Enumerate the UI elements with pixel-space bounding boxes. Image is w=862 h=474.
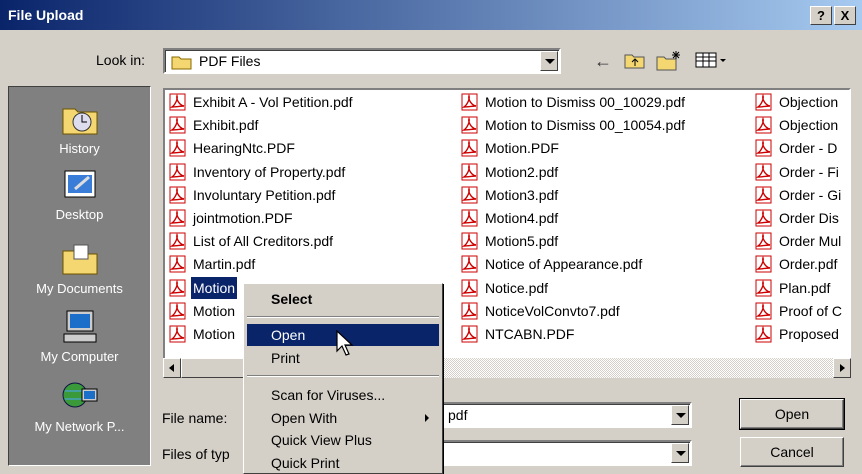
- file-name: Proposed: [779, 326, 839, 342]
- new-folder-icon[interactable]: [656, 50, 682, 77]
- look-in-value: PDF Files: [199, 53, 261, 69]
- place-label: My Computer: [40, 349, 119, 364]
- file-name: Exhibit.pdf: [193, 117, 259, 134]
- place-label: Desktop: [55, 207, 104, 222]
- look-in-combo[interactable]: PDF Files: [163, 48, 561, 74]
- file-name: Order Dis: [779, 210, 839, 226]
- file-name: Objection: [779, 117, 839, 134]
- place-label: History: [59, 141, 100, 156]
- menu-item-open-with[interactable]: Open With: [247, 407, 439, 429]
- file-name: Motion5.pdf: [485, 233, 559, 250]
- file-name: Motion: [191, 276, 238, 299]
- file-name: Motion4.pdf: [485, 210, 559, 226]
- place-history[interactable]: History: [9, 101, 150, 156]
- place-my-computer[interactable]: My Computer: [9, 309, 150, 364]
- title-bar: File Upload ? X: [0, 0, 862, 30]
- file-name: Order Mul: [779, 233, 842, 250]
- file-name: Motion.PDF: [485, 140, 559, 157]
- file-name: Martin.pdf: [193, 256, 256, 273]
- file-name-value: pdf: [448, 407, 468, 423]
- file-name: Proof of C: [779, 302, 843, 319]
- view-menu-icon[interactable]: [694, 50, 728, 75]
- file-name: Order - D: [779, 140, 838, 157]
- folder-icon: [171, 54, 193, 73]
- window-title: File Upload: [8, 7, 84, 23]
- scroll-right-button[interactable]: [833, 358, 851, 378]
- file-name-dropdown-button[interactable]: [671, 405, 689, 425]
- file-name: Order - Fi: [779, 163, 839, 180]
- cancel-button[interactable]: Cancel: [740, 437, 844, 467]
- file-name: Motion to Dismiss 00_10029.pdf: [485, 94, 685, 110]
- place-my-network-places[interactable]: My Network P...: [9, 379, 150, 434]
- back-arrow-icon[interactable]: ←: [594, 50, 612, 72]
- file-name: Motion: [193, 302, 236, 319]
- file-name: HearingNtc.PDF: [193, 140, 295, 157]
- menu-item-quick-print[interactable]: Quick Print: [247, 452, 439, 474]
- up-folder-icon[interactable]: [624, 50, 646, 75]
- look-in-dropdown-button[interactable]: [540, 51, 558, 71]
- file-name: NoticeVolConvto7.pdf: [485, 302, 620, 319]
- menu-separator: [247, 316, 439, 318]
- place-desktop[interactable]: Desktop: [9, 167, 150, 222]
- file-name: jointmotion.PDF: [193, 210, 293, 226]
- file-name: Inventory of Property.pdf: [193, 163, 346, 180]
- mouse-cursor-icon: [336, 330, 354, 356]
- file-name: Motion2.pdf: [485, 163, 559, 180]
- files-of-type-label: Files of typ: [162, 446, 230, 462]
- desktop-icon: [60, 167, 100, 203]
- place-my-documents[interactable]: My Documents: [9, 241, 150, 296]
- scroll-right-arrow-icon: [840, 364, 845, 372]
- menu-item-scan-for-viruses[interactable]: Scan for Viruses...: [247, 384, 439, 406]
- menu-item-label: Open With: [271, 410, 338, 426]
- file-name: Order - Gi: [779, 186, 842, 203]
- menu-separator: [247, 375, 439, 377]
- places-bar: History Desktop My Documents My Computer…: [8, 86, 151, 466]
- scroll-left-arrow-icon: [169, 364, 174, 372]
- scroll-left-button[interactable]: [163, 358, 181, 378]
- history-icon: [60, 101, 100, 137]
- context-menu: Select Open Print Scan for Viruses... Op…: [243, 283, 443, 474]
- file-name: Exhibit A - Vol Petition.pdf: [193, 94, 353, 110]
- files-of-type-select[interactable]: [440, 440, 692, 466]
- my-documents-icon: [60, 241, 100, 277]
- close-button[interactable]: X: [834, 6, 856, 25]
- look-in-label: Look in:: [96, 52, 146, 68]
- my-network-places-icon: [60, 379, 100, 415]
- menu-item-quick-view-plus[interactable]: Quick View Plus: [247, 429, 439, 451]
- place-label: My Documents: [36, 281, 123, 296]
- file-name: Notice.pdf: [485, 279, 549, 296]
- submenu-arrow-icon: [425, 414, 429, 422]
- file-name: Involuntary Petition.pdf: [193, 186, 336, 203]
- file-name: NTCABN.PDF: [485, 326, 575, 342]
- place-label: My Network P...: [34, 419, 125, 434]
- files-of-type-dropdown-button[interactable]: [671, 443, 689, 463]
- file-name: Order.pdf: [779, 256, 838, 273]
- my-computer-icon: [60, 309, 100, 345]
- file-name: Objection: [779, 94, 839, 110]
- help-button[interactable]: ?: [810, 6, 832, 25]
- open-button[interactable]: Open: [739, 398, 845, 430]
- file-name-label: File name:: [162, 410, 228, 426]
- file-name-input[interactable]: pdf: [440, 402, 692, 428]
- menu-item-select[interactable]: Select: [247, 288, 439, 310]
- file-name: List of All Creditors.pdf: [193, 233, 334, 250]
- file-name: Notice of Appearance.pdf: [485, 256, 643, 273]
- file-name: Plan.pdf: [779, 279, 831, 296]
- file-name: Motion to Dismiss 00_10054.pdf: [485, 117, 685, 134]
- file-name: Motion3.pdf: [485, 186, 559, 203]
- file-name: Motion: [193, 326, 236, 342]
